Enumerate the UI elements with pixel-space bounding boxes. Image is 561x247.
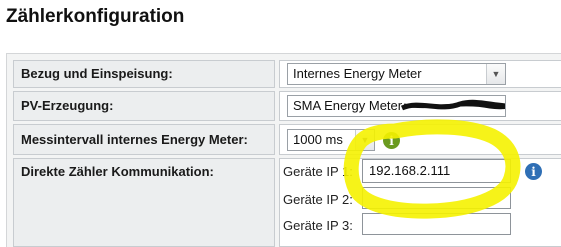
direct-communication-label: Direkte Zähler Kommunikation:	[13, 158, 275, 247]
page-title: Zählerkonfiguration	[6, 6, 185, 27]
grid-import-select-value: Internes Energy Meter	[293, 66, 422, 81]
ip3-label: Geräte IP 3:	[283, 218, 353, 233]
pv-generation-select-value: SMA Energy Meter	[293, 98, 403, 113]
ip2-label: Geräte IP 2:	[283, 192, 353, 207]
chevron-down-icon[interactable]: ▼	[486, 64, 505, 84]
pv-generation-select[interactable]: SMA Energy Meter	[287, 95, 506, 117]
ip1-label: Geräte IP 1:	[283, 164, 353, 179]
interval-select[interactable]: 1000 ms ▼	[287, 129, 375, 151]
info-icon[interactable]: i	[525, 163, 542, 180]
interval-label: Messintervall internes Energy Meter:	[13, 124, 275, 155]
info-icon[interactable]: i	[383, 132, 400, 149]
redaction-scribble	[400, 99, 505, 111]
ip2-input[interactable]	[362, 187, 511, 209]
grid-import-select[interactable]: Internes Energy Meter ▼	[287, 63, 506, 85]
grid-import-label: Bezug und Einspeisung:	[13, 60, 275, 88]
ip3-input[interactable]	[362, 213, 511, 235]
interval-select-value: 1000 ms	[293, 132, 343, 147]
chevron-down-icon[interactable]: ▼	[355, 130, 374, 150]
pv-generation-label: PV-Erzeugung:	[13, 91, 275, 121]
meter-config-panel: Bezug und Einspeisung: Internes Energy M…	[6, 53, 561, 247]
ip1-input[interactable]: 192.168.2.111	[362, 159, 511, 183]
